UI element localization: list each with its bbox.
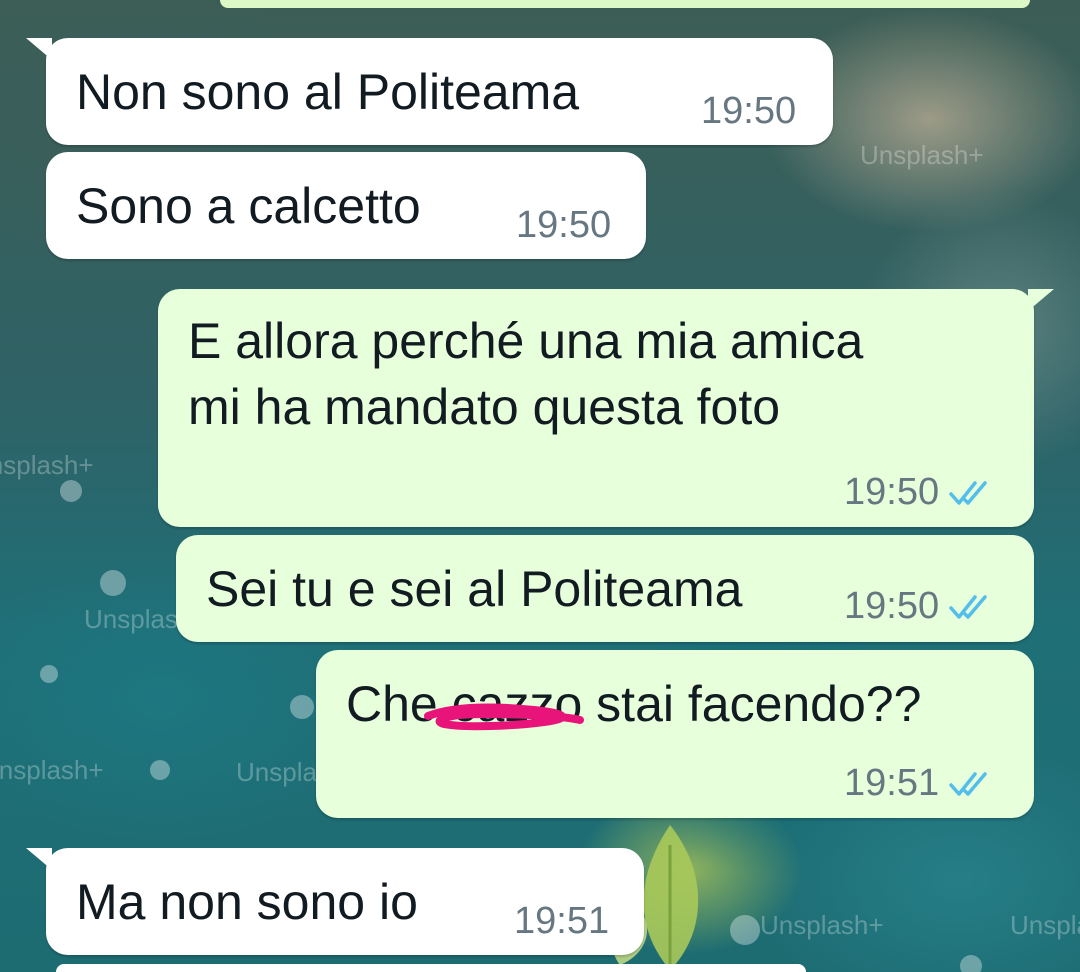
read-double-check-icon — [949, 594, 987, 619]
wallpaper-watermark: Unsplash+ — [760, 910, 884, 940]
message-timestamp: 19:51 — [844, 762, 940, 804]
wallpaper-bokeh — [150, 760, 170, 780]
wallpaper-bokeh — [960, 955, 982, 972]
wallpaper-bokeh — [40, 665, 58, 683]
message-text: Non sono al Politeama — [76, 64, 580, 120]
censor-scribble — [424, 703, 584, 731]
message-timestamp: 19:50 — [701, 90, 797, 132]
read-double-check-icon — [949, 480, 987, 505]
message-timestamp: 19:51 — [514, 900, 610, 942]
message-text: Sono a calcetto — [76, 178, 421, 234]
message-timestamp: 19:50 — [516, 204, 612, 246]
previous-message-edge — [220, 0, 1030, 8]
wallpaper-watermark: Unsplash+ — [860, 140, 984, 170]
message-timestamp: 19:50 — [844, 471, 940, 513]
wallpaper-watermark: Unsplash+ — [0, 755, 104, 785]
wallpaper-bokeh — [290, 695, 314, 719]
message-bubble-outgoing[interactable]: Che cazzo stai facendo?? 19:51 — [316, 650, 1034, 818]
message-status: 19:50 — [844, 471, 993, 514]
message-status: 19:51 — [844, 762, 993, 805]
message-text: Ma non sono io — [76, 874, 418, 930]
bubble-tail — [26, 38, 52, 60]
wallpaper-watermark: Unsplash+ — [1010, 910, 1080, 940]
message-bubble-incoming[interactable]: Sono a calcetto 19:50 — [46, 152, 646, 259]
bubble-tail — [1028, 289, 1054, 311]
read-double-check-icon — [949, 771, 987, 796]
message-bubble-incoming[interactable]: Ma non sono io 19:51 — [26, 848, 644, 955]
message-timestamp: 19:50 — [844, 585, 940, 627]
message-bubble-outgoing[interactable]: E allora perché una mia amica mi ha mand… — [158, 289, 1054, 527]
message-text: Sei tu e sei al Politeama — [206, 561, 743, 617]
message-text-line: mi ha mandato questa foto — [188, 379, 781, 435]
wallpaper-bokeh — [100, 570, 126, 596]
message-bubble-outgoing[interactable]: Sei tu e sei al Politeama 19:50 — [176, 535, 1034, 642]
message-text-part: stai facendo?? — [596, 676, 922, 732]
message-text-line: E allora perché una mia amica — [188, 313, 864, 369]
message-status: 19:50 — [844, 585, 993, 628]
bubble-tail — [26, 848, 52, 870]
next-message-edge — [56, 964, 806, 972]
wallpaper-watermark: Unsplash+ — [0, 450, 94, 480]
message-bubble-incoming[interactable]: Non sono al Politeama 19:50 — [26, 38, 833, 145]
wallpaper-bokeh — [60, 480, 82, 502]
